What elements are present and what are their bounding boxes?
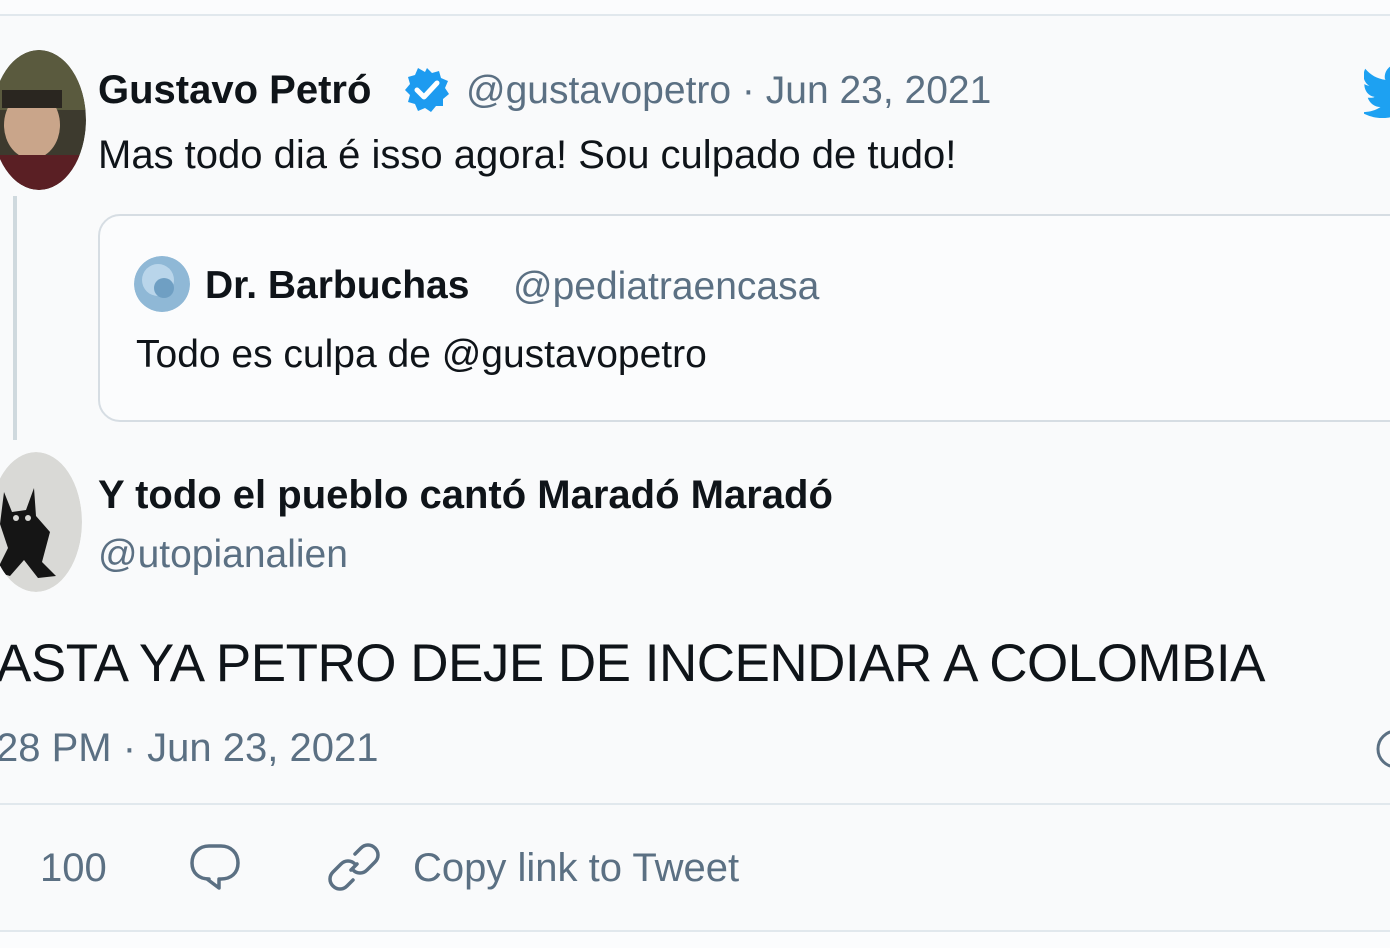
verified-badge-icon xyxy=(403,66,451,119)
parent-handle-date: @gustavopetro · Jun 23, 2021 xyxy=(466,69,991,113)
thread-connector-line xyxy=(13,196,17,440)
avatar-dr-barbuchas[interactable] xyxy=(134,256,190,312)
quoted-display-name[interactable]: Dr. Barbuchas xyxy=(205,264,469,308)
heart-icon[interactable] xyxy=(0,843,10,898)
copy-link-button[interactable]: Copy link to Tweet xyxy=(413,846,739,891)
parent-handle[interactable]: @gustavopetro xyxy=(466,69,731,112)
parent-tweet-text: Mas todo dia é isso agora! Sou culpado d… xyxy=(98,133,957,177)
main-display-name[interactable]: Y todo el pueblo cantó Maradó Maradó xyxy=(98,473,833,518)
parent-date[interactable]: Jun 23, 2021 xyxy=(766,69,992,112)
parent-display-name[interactable]: Gustavo Petró xyxy=(98,68,371,113)
actions-divider xyxy=(0,803,1390,805)
main-tweet-text: ASTA YA PETRO DEJE DE INCENDIAR A COLOMB… xyxy=(0,634,1266,693)
main-handle[interactable]: @utopianalien xyxy=(98,533,348,577)
separator-dot: · xyxy=(741,69,755,112)
quoted-tweet-card[interactable] xyxy=(98,214,1390,422)
reply-icon[interactable] xyxy=(189,842,241,897)
like-count[interactable]: 100 xyxy=(40,846,107,891)
tweet-timestamp[interactable]: 28 PM · Jun 23, 2021 xyxy=(0,726,378,771)
twitter-logo-icon[interactable] xyxy=(1360,62,1390,123)
info-icon[interactable] xyxy=(1374,727,1390,776)
quoted-handle[interactable]: @pediatraencasa xyxy=(513,265,819,309)
quoted-tweet-text: Todo es culpa de @gustavopetro xyxy=(136,333,707,376)
link-icon[interactable] xyxy=(327,840,381,899)
